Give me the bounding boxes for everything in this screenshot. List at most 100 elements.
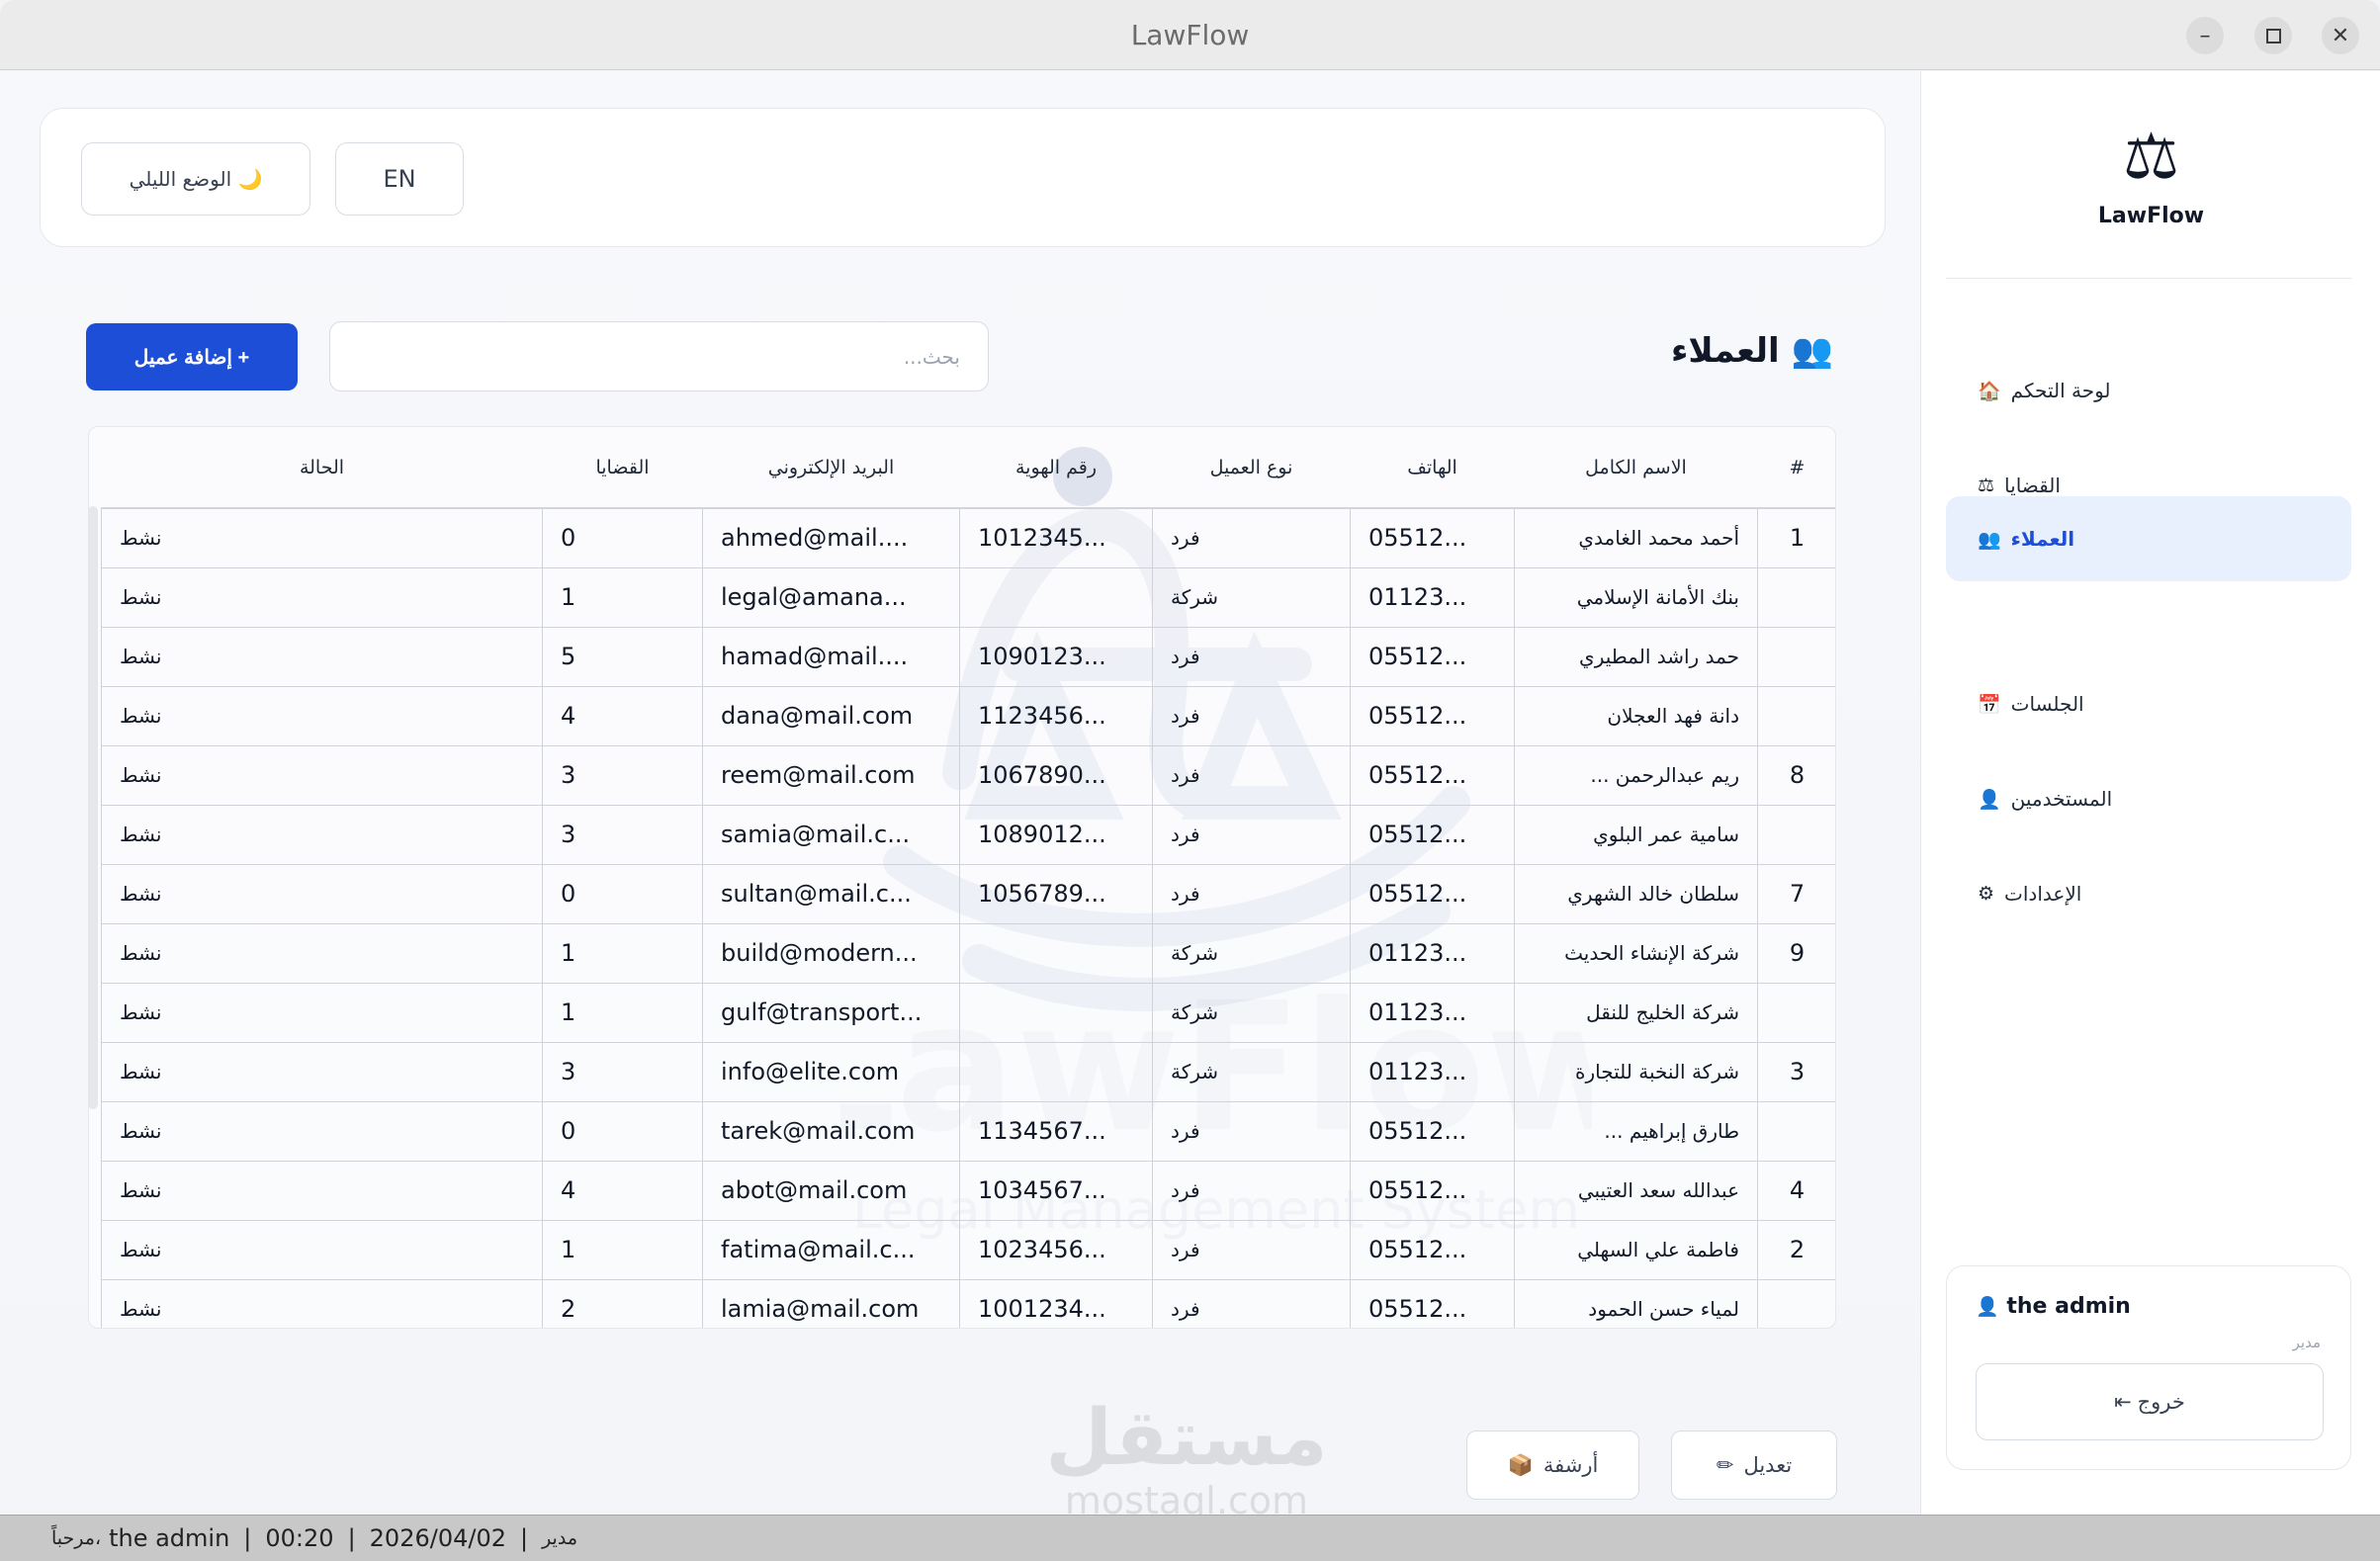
cell-status: نشط xyxy=(101,566,543,628)
status-welcome: مرحباً، xyxy=(51,1527,102,1549)
cell-id: 1089012... xyxy=(959,804,1153,865)
close-button[interactable]: ✕ xyxy=(2322,17,2359,54)
cell-index xyxy=(1757,804,1835,865)
language-toggle-button[interactable]: EN xyxy=(335,142,464,216)
table-row[interactable]: 3 شركة النخبة للتجارة 01123... شركة info@eli… xyxy=(101,1041,1835,1102)
table-body: 1 أحمد محمد الغامدي 05512... فرد 1012345... a… xyxy=(101,507,1835,1328)
user-name: the admin xyxy=(2006,1294,2131,1319)
cell-email: tarek@mail.com xyxy=(702,1100,960,1162)
sidebar-item-label: لوحة التحكم xyxy=(2010,379,2111,402)
cell-id xyxy=(959,566,1153,628)
sidebar-item-clients[interactable]: 👥 العملاء xyxy=(1946,496,2351,581)
table-row[interactable]: 2 فاطمة علي السهلي 05512... فرد 1023456... fa… xyxy=(101,1219,1835,1280)
sidebar-item-label: القضايا xyxy=(2004,474,2061,497)
cell-email: legal@amana... xyxy=(702,566,960,628)
table-row[interactable]: طارق إبراهيم ... 05512... فرد 1134567... tar… xyxy=(101,1100,1835,1162)
table-row[interactable]: 8 ريم عبدالرحمن ... 05512... فرد 1067890... r… xyxy=(101,744,1835,806)
cell-status: نشط xyxy=(101,922,543,984)
cell-status: نشط xyxy=(101,863,543,924)
cell-id xyxy=(959,982,1153,1043)
cell-cases: 3 xyxy=(542,744,703,806)
sidebar-item-sessions[interactable]: 📅 الجلسات xyxy=(1946,661,2351,746)
table-row[interactable]: لمياء حسن الحمود 05512... فرد 1001234... lam… xyxy=(101,1278,1835,1328)
table-row[interactable]: سامية عمر البلوي 05512... فرد 1089012... sam… xyxy=(101,804,1835,865)
cell-email: build@modern... xyxy=(702,922,960,984)
column-header-status[interactable]: الحالة xyxy=(101,427,543,509)
page-title: 👥 العملاء xyxy=(1671,331,1833,371)
cell-phone: 05512... xyxy=(1350,744,1515,806)
cell-email: lamia@mail.com xyxy=(702,1278,960,1328)
status-separator: | xyxy=(243,1524,252,1552)
logout-button[interactable]: خروج ⇤ xyxy=(1976,1363,2324,1440)
cell-email: dana@mail.com xyxy=(702,685,960,746)
sidebar-item-users[interactable]: 👤 المستخدمين xyxy=(1946,756,2351,841)
add-client-button[interactable]: إضافة عميل + xyxy=(86,323,298,390)
cell-email: sultan@mail.c... xyxy=(702,863,960,924)
cell-name: عبدالله سعد العتيبي xyxy=(1514,1160,1758,1221)
cell-phone: 01123... xyxy=(1350,922,1515,984)
table-row[interactable]: 9 شركة الإنشاء الحديث 01123... شركة build@mo… xyxy=(101,922,1835,984)
cell-status: نشط xyxy=(101,507,543,568)
archive-button[interactable]: أرشفة 📦 xyxy=(1466,1431,1639,1500)
dark-mode-button[interactable]: الوضع الليلي 🌙 xyxy=(81,142,310,216)
cell-name: شركة الخليج للنقل xyxy=(1514,982,1758,1043)
gear-icon: ⚙ xyxy=(1978,883,1995,905)
close-icon: ✕ xyxy=(2331,23,2350,48)
archive-button-label: أرشفة xyxy=(1543,1453,1599,1477)
table-row[interactable]: حمد راشد المطيري 05512... فرد 1090123... ham… xyxy=(101,626,1835,687)
package-icon: 📦 xyxy=(1507,1452,1534,1477)
column-header-index[interactable]: # xyxy=(1757,427,1835,509)
table-row[interactable]: 4 عبدالله سعد العتيبي 05512... فرد 1034567..… xyxy=(101,1160,1835,1221)
sidebar-item-label: العملاء xyxy=(2010,527,2075,551)
column-header-name[interactable]: الاسم الكامل xyxy=(1514,427,1758,509)
maximize-button[interactable] xyxy=(2254,17,2292,54)
cell-id: 1012345... xyxy=(959,507,1153,568)
cell-cases: 1 xyxy=(542,1219,703,1280)
cell-type: فرد xyxy=(1152,744,1351,806)
cell-type: شركة xyxy=(1152,982,1351,1043)
cell-cases: 5 xyxy=(542,626,703,687)
column-header-id[interactable]: رقم الهوية xyxy=(959,427,1153,509)
cell-email: reem@mail.com xyxy=(702,744,960,806)
cell-name: لمياء حسن الحمود xyxy=(1514,1278,1758,1328)
column-header-type[interactable]: نوع العميل xyxy=(1152,427,1351,509)
cell-email: samia@mail.c... xyxy=(702,804,960,865)
user-card: 👤 the admin مدير خروج ⇤ xyxy=(1946,1265,2351,1470)
sidebar-item-label: الجلسات xyxy=(2010,692,2084,716)
cell-name: بنك الأمانة الإسلامي xyxy=(1514,566,1758,628)
cell-status: نشط xyxy=(101,1278,543,1328)
clients-table-container: # الاسم الكامل الهاتف نوع العميل رقم اله… xyxy=(88,426,1836,1329)
cell-type: شركة xyxy=(1152,566,1351,628)
cell-cases: 0 xyxy=(542,507,703,568)
minimize-button[interactable]: – xyxy=(2186,17,2224,54)
column-header-phone[interactable]: الهاتف xyxy=(1350,427,1515,509)
cell-email: gulf@transport... xyxy=(702,982,960,1043)
cell-name: شركة النخبة للتجارة xyxy=(1514,1041,1758,1102)
cell-cases: 4 xyxy=(542,685,703,746)
table-row[interactable]: بنك الأمانة الإسلامي 01123... شركة legal@am… xyxy=(101,566,1835,628)
cell-index xyxy=(1757,1278,1835,1328)
cell-name: سامية عمر البلوي xyxy=(1514,804,1758,865)
cell-type: شركة xyxy=(1152,922,1351,984)
cell-name: فاطمة علي السهلي xyxy=(1514,1219,1758,1280)
table-row[interactable]: دانة فهد العجلان 05512... فرد 1123456... dan… xyxy=(101,685,1835,746)
column-header-cases[interactable]: القضايا xyxy=(542,427,703,509)
table-row[interactable]: 7 سلطان خالد الشهري 05512... فرد 1056789... s… xyxy=(101,863,1835,924)
cell-phone: 05512... xyxy=(1350,863,1515,924)
cell-id: 1056789... xyxy=(959,863,1153,924)
table-scrollbar[interactable] xyxy=(88,506,98,1109)
column-header-email[interactable]: البريد الإلكتروني xyxy=(702,427,960,509)
table-row[interactable]: 1 أحمد محمد الغامدي 05512... فرد 1012345... a… xyxy=(101,507,1835,568)
sidebar-item-dashboard[interactable]: 🏠 لوحة التحكم xyxy=(1946,348,2351,433)
edit-button[interactable]: تعديل ✏ xyxy=(1671,1431,1837,1500)
table-header-row: # الاسم الكامل الهاتف نوع العميل رقم اله… xyxy=(101,427,1835,509)
search-input[interactable] xyxy=(329,321,989,391)
status-separator: | xyxy=(347,1524,356,1552)
cell-phone: 05512... xyxy=(1350,1160,1515,1221)
cell-type: فرد xyxy=(1152,626,1351,687)
cell-index: 7 xyxy=(1757,863,1835,924)
watermark-site-ar: مستقل xyxy=(1045,1394,1328,1483)
sidebar-item-settings[interactable]: ⚙ الإعدادات xyxy=(1946,851,2351,936)
table-row[interactable]: شركة الخليج للنقل 01123... شركة gulf@transp… xyxy=(101,982,1835,1043)
maximize-icon xyxy=(2265,28,2281,43)
